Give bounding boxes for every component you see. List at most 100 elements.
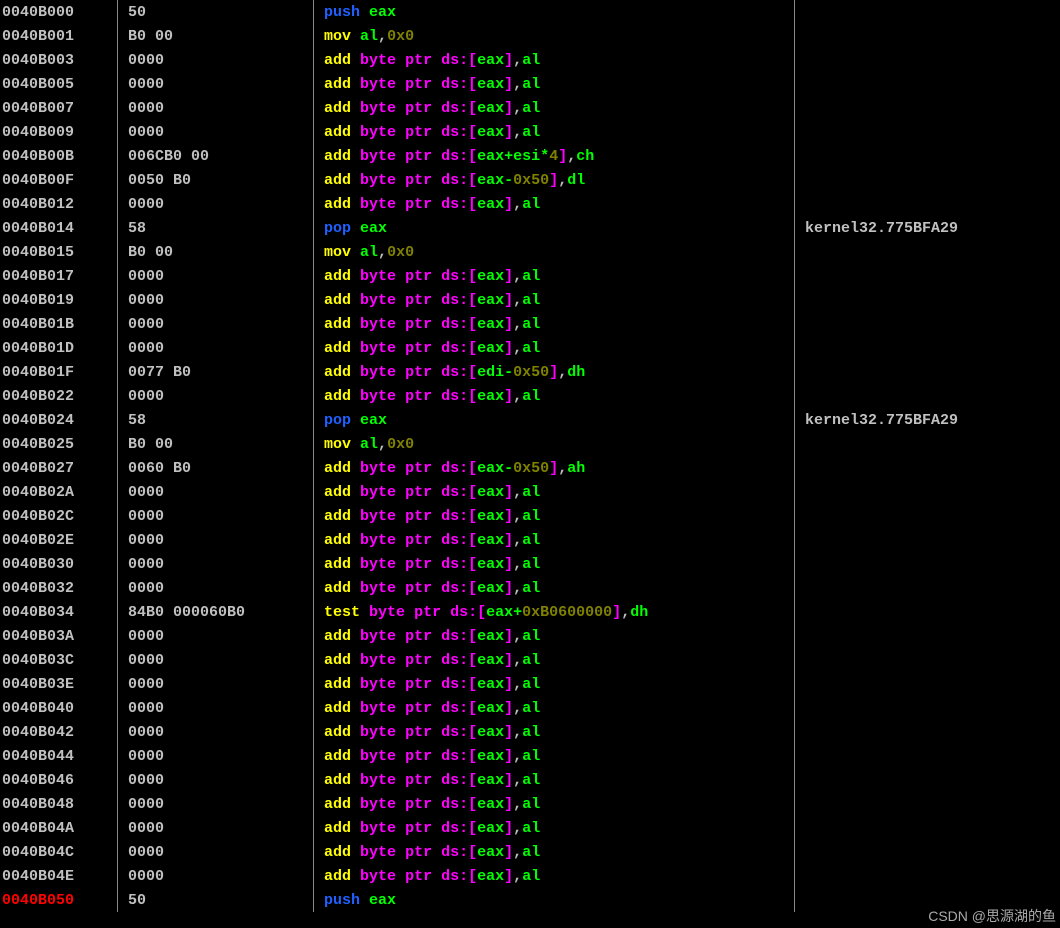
- disasm-cell: add byte ptr ds:[eax],al: [314, 504, 795, 528]
- disasm-cell: pop eax: [314, 408, 795, 432]
- disasm-row[interactable]: 0040B0190000add byte ptr ds:[eax],al: [0, 288, 1060, 312]
- address-cell: 0040B007: [0, 96, 118, 120]
- disasm-row[interactable]: 0040B0460000add byte ptr ds:[eax],al: [0, 768, 1060, 792]
- comment-cell: [795, 144, 1060, 168]
- disasm-row[interactable]: 0040B0420000add byte ptr ds:[eax],al: [0, 720, 1060, 744]
- bytes-cell: 0000: [118, 816, 314, 840]
- disasm-row[interactable]: 0040B0030000add byte ptr ds:[eax],al: [0, 48, 1060, 72]
- address-cell: 0040B00B: [0, 144, 118, 168]
- address-cell: 0040B02E: [0, 528, 118, 552]
- bytes-cell: 0000: [118, 720, 314, 744]
- disasm-cell: add byte ptr ds:[eax],al: [314, 720, 795, 744]
- disasm-cell: add byte ptr ds:[eax],al: [314, 744, 795, 768]
- disasm-cell: mov al,0x0: [314, 432, 795, 456]
- comment-cell: [795, 552, 1060, 576]
- address-cell: 0040B014: [0, 216, 118, 240]
- comment-cell: [795, 576, 1060, 600]
- bytes-cell: 0000: [118, 480, 314, 504]
- address-cell: 0040B04E: [0, 864, 118, 888]
- bytes-cell: 50: [118, 0, 314, 24]
- disasm-row[interactable]: 0040B015B0 00mov al,0x0: [0, 240, 1060, 264]
- disasm-row[interactable]: 0040B0170000add byte ptr ds:[eax],al: [0, 264, 1060, 288]
- bytes-cell: 0000: [118, 744, 314, 768]
- disasm-row[interactable]: 0040B02A0000add byte ptr ds:[eax],al: [0, 480, 1060, 504]
- disasm-row[interactable]: 0040B0090000add byte ptr ds:[eax],al: [0, 120, 1060, 144]
- bytes-cell: 0000: [118, 264, 314, 288]
- comment-cell: [795, 0, 1060, 24]
- bytes-cell: 0000: [118, 648, 314, 672]
- disasm-row[interactable]: 0040B00050push eax: [0, 0, 1060, 24]
- comment-cell: [795, 792, 1060, 816]
- disasm-row[interactable]: 0040B01B0000add byte ptr ds:[eax],al: [0, 312, 1060, 336]
- disasm-row[interactable]: 0040B01D0000add byte ptr ds:[eax],al: [0, 336, 1060, 360]
- bytes-cell: B0 00: [118, 432, 314, 456]
- disasm-row[interactable]: 0040B0050000add byte ptr ds:[eax],al: [0, 72, 1060, 96]
- bytes-cell: 0000: [118, 864, 314, 888]
- disasm-row[interactable]: 0040B0120000add byte ptr ds:[eax],al: [0, 192, 1060, 216]
- disasm-cell: add byte ptr ds:[eax],al: [314, 768, 795, 792]
- watermark-text: CSDN @思源湖的鱼: [928, 906, 1056, 926]
- disasm-row[interactable]: 0040B05050push eax: [0, 888, 1060, 912]
- comment-cell: [795, 72, 1060, 96]
- address-cell: 0040B001: [0, 24, 118, 48]
- bytes-cell: 0000: [118, 792, 314, 816]
- disasm-row[interactable]: 0040B01F0077 B0add byte ptr ds:[edi-0x50…: [0, 360, 1060, 384]
- disasm-cell: add byte ptr ds:[eax],al: [314, 792, 795, 816]
- disasm-row[interactable]: 0040B0440000add byte ptr ds:[eax],al: [0, 744, 1060, 768]
- disasm-cell: mov al,0x0: [314, 24, 795, 48]
- disasm-row[interactable]: 0040B04E0000add byte ptr ds:[eax],al: [0, 864, 1060, 888]
- comment-cell: kernel32.775BFA29: [795, 408, 1060, 432]
- bytes-cell: 0000: [118, 312, 314, 336]
- bytes-cell: 0050 B0: [118, 168, 314, 192]
- comment-cell: [795, 504, 1060, 528]
- comment-cell: [795, 480, 1060, 504]
- address-cell: 0040B03E: [0, 672, 118, 696]
- address-cell: 0040B01D: [0, 336, 118, 360]
- comment-cell: [795, 648, 1060, 672]
- comment-cell: [795, 840, 1060, 864]
- disasm-row[interactable]: 0040B025B0 00mov al,0x0: [0, 432, 1060, 456]
- comment-cell: [795, 768, 1060, 792]
- comment-cell: kernel32.775BFA29: [795, 216, 1060, 240]
- disasm-row[interactable]: 0040B0220000add byte ptr ds:[eax],al: [0, 384, 1060, 408]
- disasm-cell: add byte ptr ds:[eax-0x50],dl: [314, 168, 795, 192]
- disasm-row[interactable]: 0040B03484B0 000060B0test byte ptr ds:[e…: [0, 600, 1060, 624]
- disasm-row[interactable]: 0040B02458pop eaxkernel32.775BFA29: [0, 408, 1060, 432]
- disasm-row[interactable]: 0040B02C0000add byte ptr ds:[eax],al: [0, 504, 1060, 528]
- disasm-row[interactable]: 0040B001B0 00mov al,0x0: [0, 24, 1060, 48]
- bytes-cell: 0000: [118, 840, 314, 864]
- disasm-row[interactable]: 0040B0320000add byte ptr ds:[eax],al: [0, 576, 1060, 600]
- address-cell: 0040B04A: [0, 816, 118, 840]
- comment-cell: [795, 384, 1060, 408]
- bytes-cell: 0000: [118, 552, 314, 576]
- disassembly-table[interactable]: 0040B00050push eax0040B001B0 00mov al,0x…: [0, 0, 1060, 912]
- disasm-row[interactable]: 0040B0400000add byte ptr ds:[eax],al: [0, 696, 1060, 720]
- disasm-row[interactable]: 0040B03C0000add byte ptr ds:[eax],al: [0, 648, 1060, 672]
- disasm-cell: add byte ptr ds:[eax],al: [314, 72, 795, 96]
- disasm-row[interactable]: 0040B03A0000add byte ptr ds:[eax],al: [0, 624, 1060, 648]
- comment-cell: [795, 288, 1060, 312]
- disasm-cell: add byte ptr ds:[eax],al: [314, 816, 795, 840]
- bytes-cell: 0000: [118, 696, 314, 720]
- disasm-row[interactable]: 0040B0270060 B0add byte ptr ds:[eax-0x50…: [0, 456, 1060, 480]
- disasm-row[interactable]: 0040B04C0000add byte ptr ds:[eax],al: [0, 840, 1060, 864]
- disasm-row[interactable]: 0040B0300000add byte ptr ds:[eax],al: [0, 552, 1060, 576]
- disasm-row[interactable]: 0040B0480000add byte ptr ds:[eax],al: [0, 792, 1060, 816]
- address-cell: 0040B022: [0, 384, 118, 408]
- disasm-row[interactable]: 0040B0070000add byte ptr ds:[eax],al: [0, 96, 1060, 120]
- disasm-row[interactable]: 0040B01458pop eaxkernel32.775BFA29: [0, 216, 1060, 240]
- address-cell: 0040B03A: [0, 624, 118, 648]
- disasm-row[interactable]: 0040B00F0050 B0add byte ptr ds:[eax-0x50…: [0, 168, 1060, 192]
- disasm-cell: add byte ptr ds:[eax],al: [314, 48, 795, 72]
- bytes-cell: 58: [118, 216, 314, 240]
- disasm-cell: add byte ptr ds:[edi-0x50],dh: [314, 360, 795, 384]
- disasm-row[interactable]: 0040B00B006CB0 00add byte ptr ds:[eax+es…: [0, 144, 1060, 168]
- disasm-row[interactable]: 0040B04A0000add byte ptr ds:[eax],al: [0, 816, 1060, 840]
- disasm-cell: add byte ptr ds:[eax],al: [314, 648, 795, 672]
- disasm-cell: add byte ptr ds:[eax],al: [314, 384, 795, 408]
- comment-cell: [795, 192, 1060, 216]
- disasm-row[interactable]: 0040B03E0000add byte ptr ds:[eax],al: [0, 672, 1060, 696]
- disasm-row[interactable]: 0040B02E0000add byte ptr ds:[eax],al: [0, 528, 1060, 552]
- address-cell: 0040B003: [0, 48, 118, 72]
- address-cell: 0040B005: [0, 72, 118, 96]
